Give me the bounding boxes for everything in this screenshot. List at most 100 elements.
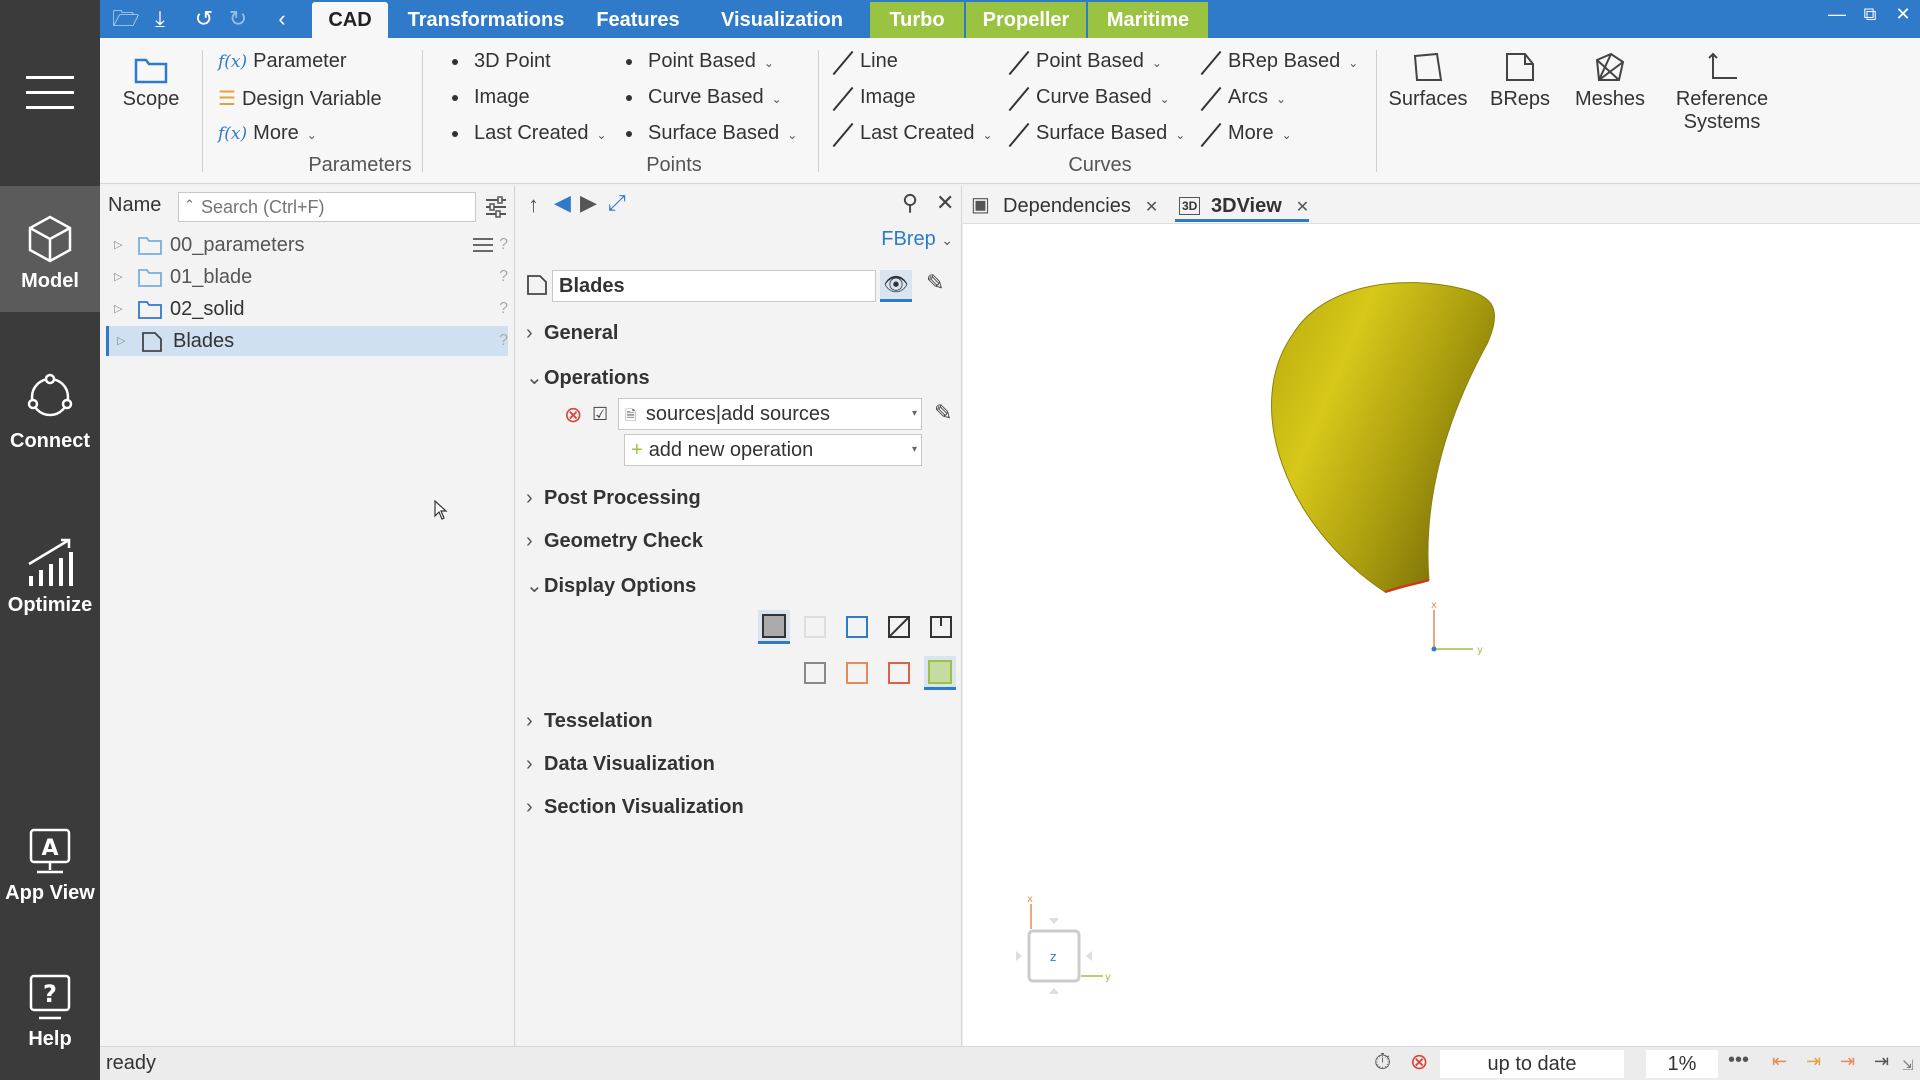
back-icon[interactable]: ‹ — [268, 6, 296, 32]
remove-operation-icon[interactable]: ⊗ — [564, 402, 582, 428]
help-icon[interactable]: ? — [499, 326, 508, 356]
pin-icon[interactable]: ↑ — [528, 192, 539, 218]
sidebar-item-optimize[interactable]: Optimize — [0, 524, 100, 650]
section-data-visualization[interactable]: › Data Visualization — [526, 753, 715, 776]
restore-icon[interactable]: ⧉ — [1855, 4, 1885, 25]
minimize-icon[interactable]: — — [1822, 4, 1852, 25]
section-general[interactable]: › General — [526, 322, 618, 345]
save-icon[interactable]: ⤓ — [146, 6, 174, 32]
step-icon[interactable]: ⇥ — [1806, 1051, 1821, 1072]
display-outline-icon[interactable] — [802, 660, 828, 686]
curve-last-created-button[interactable]: Last Created ⌄ — [832, 122, 993, 145]
undo-icon[interactable]: ↺ — [190, 6, 218, 32]
display-red-outline-icon[interactable] — [886, 660, 912, 686]
curve-brep-based-button[interactable]: BRep Based ⌄ — [1200, 50, 1358, 73]
close-icon[interactable]: ✕ — [1296, 199, 1309, 216]
operation-sources-select[interactable]: 🗎 sources|add sources ▾ — [618, 398, 922, 430]
tab-turbo[interactable]: Turbo — [870, 2, 964, 38]
section-geometry-check[interactable]: › Geometry Check — [526, 530, 703, 553]
point-surface-based-button[interactable]: Surface Based ⌄ — [626, 122, 797, 145]
point-image-button[interactable]: Image — [452, 86, 530, 109]
tab-transformations[interactable]: Transformations — [398, 2, 574, 38]
expand-icon[interactable]: ▷ — [114, 294, 122, 324]
filter-sliders-icon[interactable] — [472, 235, 494, 255]
expand-icon[interactable]: ▷ — [117, 326, 125, 356]
forward-arrow-icon[interactable]: ▶ — [580, 190, 597, 216]
tab-cad[interactable]: CAD — [312, 2, 388, 38]
3d-viewport[interactable]: x y x y z — [963, 224, 1920, 1046]
sidebar-item-help[interactable]: ? Help — [0, 966, 100, 1080]
display-orange-outline-icon[interactable] — [844, 660, 870, 686]
sidebar-item-model[interactable]: Model — [0, 186, 100, 312]
zoom-percent-field[interactable]: 1% — [1646, 1050, 1718, 1078]
surfaces-button[interactable]: Surfaces — [1386, 50, 1470, 111]
point-curve-based-button[interactable]: Curve Based ⌄ — [626, 86, 782, 109]
search-icon[interactable]: ⚲ — [902, 190, 918, 216]
step-forward-icon[interactable]: ⇥ — [1840, 1051, 1855, 1072]
sidebar-item-app-view[interactable]: A App View — [0, 820, 100, 946]
point-based-button[interactable]: Point Based ⌄ — [626, 50, 774, 73]
tab-visualization[interactable]: Visualization — [704, 2, 860, 38]
reference-systems-button[interactable]: Reference Systems — [1660, 50, 1784, 134]
tree-item-02-solid[interactable]: ▷ 02_solid ? — [106, 294, 508, 324]
curve-line-button[interactable]: Line — [832, 50, 898, 73]
display-edges-blue-icon[interactable] — [844, 614, 870, 640]
display-shaded-button[interactable] — [758, 610, 790, 644]
design-variable-button[interactable]: ☰ Design Variable — [218, 86, 382, 111]
filter-sliders-icon[interactable] — [484, 196, 508, 218]
tree-item-blades[interactable]: ▷ Blades ? — [106, 326, 508, 356]
curve-point-based-button[interactable]: Point Based ⌄ — [1008, 50, 1162, 73]
stop-icon[interactable]: ⊗ — [1410, 1049, 1428, 1075]
close-icon[interactable]: ✕ — [1888, 4, 1918, 25]
object-name-field[interactable]: Blades — [552, 270, 876, 302]
redo-icon[interactable]: ↻ — [224, 6, 252, 32]
close-icon[interactable]: ✕ — [936, 190, 954, 216]
fit-view-icon[interactable]: ⤢ — [608, 190, 626, 216]
tree-item-01-blade[interactable]: ▷ 01_blade ? — [106, 262, 508, 292]
tree-item-00-parameters[interactable]: ▷ 00_parameters ? — [106, 230, 508, 260]
help-icon[interactable]: ? — [499, 230, 508, 260]
tab-propeller[interactable]: Propeller — [966, 2, 1086, 38]
section-operations[interactable]: ⌄Operations — [526, 365, 650, 390]
history-icon[interactable]: ⏱ — [1374, 1049, 1391, 1075]
checkbox-checked[interactable]: ☑ — [592, 404, 608, 425]
point-last-created-button[interactable]: Last Created ⌄ — [452, 122, 607, 145]
parameter-button[interactable]: f(x) Parameter — [218, 50, 347, 73]
section-display-options[interactable]: ⌄Display Options — [526, 573, 696, 598]
expand-icon[interactable]: ▷ — [114, 230, 122, 260]
search-input[interactable] — [178, 192, 476, 222]
object-type-dropdown[interactable]: FBrep ⌄ — [881, 228, 953, 251]
help-icon[interactable]: ? — [499, 294, 508, 324]
scope-button[interactable]: Scope — [118, 50, 184, 111]
expand-icon[interactable]: ▷ — [114, 262, 122, 292]
curve-surface-based-button[interactable]: Surface Based ⌄ — [1008, 122, 1185, 145]
curve-curve-based-button[interactable]: Curve Based ⌄ — [1008, 86, 1170, 109]
breps-button[interactable]: BReps — [1484, 50, 1556, 111]
close-icon[interactable]: ✕ — [1145, 199, 1158, 216]
display-wireframe-icon[interactable] — [886, 614, 912, 640]
more-parameters-button[interactable]: f(x) More ⌄ — [218, 122, 317, 145]
section-tesselation[interactable]: › Tesselation — [526, 710, 653, 733]
visibility-eye-icon[interactable]: 👁 — [880, 270, 912, 302]
tab-3dview[interactable]: 3D 3DView ✕ — [1175, 190, 1310, 222]
curve-arcs-button[interactable]: Arcs ⌄ — [1200, 86, 1286, 109]
tab-features[interactable]: Features — [584, 2, 692, 38]
edit-pencil-icon[interactable]: ✎ — [926, 270, 944, 296]
more-icon[interactable]: ••• — [1728, 1049, 1749, 1072]
tab-maritime[interactable]: Maritime — [1088, 2, 1208, 38]
edit-pencil-icon[interactable]: ✎ — [934, 400, 952, 426]
section-post-processing[interactable]: › Post Processing — [526, 487, 701, 510]
resize-grip-icon[interactable]: ⇲ — [1902, 1057, 1914, 1074]
curve-more-button[interactable]: More ⌄ — [1200, 122, 1292, 145]
add-new-operation-select[interactable]: + add new operation ▾ — [624, 434, 922, 466]
meshes-button[interactable]: Meshes — [1570, 50, 1650, 111]
display-transparent-icon[interactable] — [802, 614, 828, 640]
sidebar-item-connect[interactable]: Connect — [0, 360, 100, 486]
back-arrow-icon[interactable]: ◀ — [554, 190, 571, 216]
section-section-visualization[interactable]: › Section Visualization — [526, 796, 744, 819]
step-back-icon[interactable]: ⇤ — [1772, 1051, 1787, 1072]
help-icon[interactable]: ? — [499, 262, 508, 292]
point-3d-button[interactable]: 3D Point — [452, 50, 551, 73]
open-folder-icon[interactable]: 🗁 — [112, 6, 140, 32]
tab-dependencies[interactable]: Dependencies ✕ — [1003, 190, 1158, 222]
